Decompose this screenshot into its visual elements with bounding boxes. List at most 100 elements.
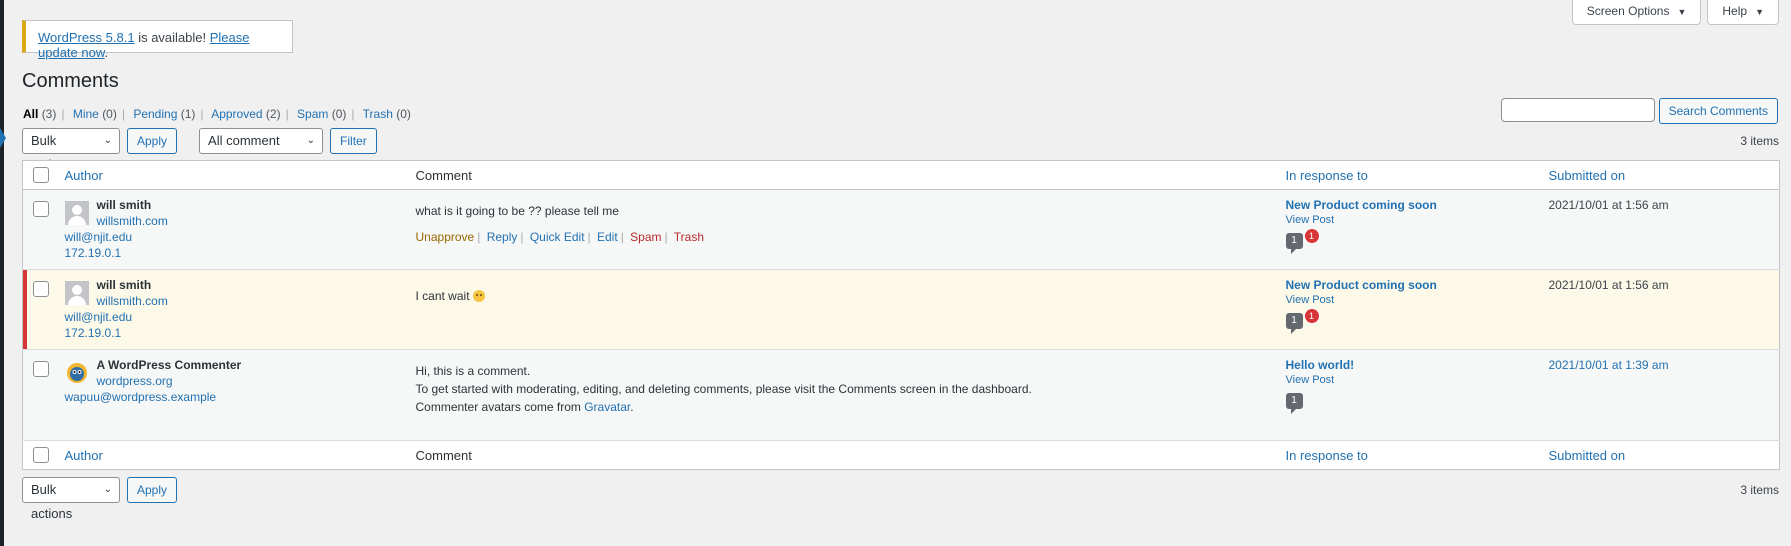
chevron-down-icon: ⌄ — [103, 135, 112, 146]
column-in-response-to-footer[interactable]: In response to — [1277, 440, 1541, 470]
author-ip-link[interactable]: 172.19.0.1 — [65, 325, 400, 341]
filter-spam[interactable]: Spam (0) — [297, 107, 346, 121]
comment-line: To get started with moderating, editing,… — [415, 382, 1032, 396]
comment-text: what is it going to be ?? please tell me — [415, 204, 619, 218]
quick-edit-link[interactable]: Quick Edit — [530, 230, 585, 244]
page-title: Comments — [22, 70, 119, 92]
view-post-link[interactable]: View Post — [1286, 294, 1533, 306]
column-comment: Comment — [407, 160, 1278, 190]
author-url-link[interactable]: wordpress.org — [97, 373, 242, 389]
screen-meta-links: Screen Options ▼ Help ▼ — [1571, 0, 1779, 25]
chevron-down-icon: ⌄ — [306, 135, 316, 146]
bulk-actions-select[interactable]: Bulk actions⌄ — [22, 128, 120, 172]
post-title-link[interactable]: New Product coming soon — [1286, 198, 1533, 212]
notice-end: . — [104, 45, 109, 60]
author-ip-link[interactable]: 172.19.0.1 — [65, 245, 400, 261]
author-name: A WordPress Commenter — [96, 358, 242, 372]
pending-count-badge: 1 — [1303, 308, 1320, 324]
notice-text: is available! — [134, 30, 210, 45]
column-submitted-on[interactable]: Submitted on — [1540, 160, 1780, 190]
author-email-link[interactable]: will@njit.edu — [65, 229, 400, 245]
submitted-cell: 2021/10/01 at 1:56 am — [1540, 269, 1780, 350]
wapuu-avatar-icon — [65, 361, 89, 385]
select-all-checkbox-cell — [22, 160, 57, 190]
caret-down-icon: ▼ — [1677, 7, 1687, 17]
caret-down-icon: ▼ — [1755, 7, 1764, 17]
comment-line-end: . — [630, 400, 634, 414]
row-checkbox[interactable] — [33, 281, 49, 297]
search-comments-button[interactable]: Search Comments — [1658, 98, 1778, 124]
view-post-link[interactable]: View Post — [1286, 374, 1533, 386]
response-cell: New Product coming soon View Post 11 — [1277, 189, 1541, 270]
submitted-cell: 2021/10/01 at 1:39 am — [1540, 349, 1780, 441]
comment-type-select[interactable]: All comment types⌄ — [199, 128, 324, 172]
post-title-link[interactable]: Hello world! — [1286, 358, 1533, 372]
unapprove-link[interactable]: Unapprove — [416, 230, 475, 244]
comment-count-bubble-icon[interactable]: 1 — [1285, 313, 1303, 334]
column-author-footer[interactable]: Author — [56, 440, 408, 470]
response-cell: Hello world! View Post 1 — [1277, 349, 1541, 441]
submitted-date-link[interactable]: 2021/10/01 at 1:39 am — [1549, 358, 1669, 372]
column-submitted-on-footer[interactable]: Submitted on — [1540, 440, 1780, 470]
filter-mine[interactable]: Mine (0) — [73, 107, 117, 121]
post-title-link[interactable]: New Product coming soon — [1286, 278, 1533, 292]
separator: | — [121, 107, 125, 121]
smiley-emoji-icon — [472, 290, 485, 302]
author-cell: A WordPress Commenter wordpress.org wapu… — [56, 349, 408, 441]
author-email-link[interactable]: will@njit.edu — [65, 309, 400, 325]
select-all-checkbox-footer[interactable] — [33, 447, 49, 463]
select-all-checkbox[interactable] — [33, 167, 49, 183]
author-email-link[interactable]: wapuu@wordpress.example — [65, 389, 400, 405]
chevron-down-icon: ⌄ — [103, 484, 112, 495]
help-button[interactable]: Help ▼ — [1707, 0, 1779, 25]
filter-button[interactable]: Filter — [330, 128, 377, 154]
view-post-link[interactable]: View Post — [1286, 214, 1533, 226]
filter-pending-label: Pending — [133, 107, 178, 121]
comment-cell: what is it going to be ?? please tell me… — [407, 189, 1278, 270]
search-input[interactable] — [1500, 98, 1655, 122]
author-url-link[interactable]: willsmith.com — [97, 293, 168, 309]
screen-options-button[interactable]: Screen Options ▼ — [1571, 0, 1702, 25]
spam-link[interactable]: Spam — [630, 230, 661, 244]
comment-count-bubble-icon[interactable]: 1 — [1285, 233, 1303, 254]
filter-trash[interactable]: Trash (0) — [363, 107, 411, 121]
reply-link[interactable]: Reply — [487, 230, 518, 244]
comment-body: Hi, this is a comment. To get started wi… — [416, 362, 1270, 416]
bulk-actions-select-bottom[interactable]: Bulk actions ⌄ — [22, 477, 120, 521]
gravatar-link[interactable]: Gravatar — [584, 400, 630, 414]
comment-cell: I cant wait — [407, 269, 1278, 350]
filter-pending[interactable]: Pending (1) — [133, 107, 195, 121]
comment-status-filters: All (3) | Mine (0) | Pending (1) | Approved… — [23, 107, 411, 121]
row-checkbox-cell — [22, 269, 57, 350]
filter-pending-count: (1) — [180, 107, 196, 121]
bottom-tablenav: Bulk actions ⌄ Apply — [22, 477, 178, 521]
column-in-response-to[interactable]: In response to — [1277, 160, 1541, 190]
apply-button[interactable]: Apply — [127, 128, 178, 154]
avatar — [64, 281, 89, 305]
column-comment-footer: Comment — [407, 440, 1278, 470]
filter-mine-label: Mine — [72, 107, 99, 121]
trash-link[interactable]: Trash — [674, 230, 704, 244]
bulk-actions-value: Bulk actions — [31, 482, 73, 521]
comment-line: Commenter avatars come from — [415, 400, 585, 414]
separator: | — [200, 107, 204, 121]
row-checkbox[interactable] — [33, 201, 49, 217]
author-url-link[interactable]: willsmith.com — [97, 213, 168, 229]
column-author[interactable]: Author — [56, 160, 408, 190]
filter-approved-label: Approved — [211, 107, 263, 121]
comment-line: Hi, this is a comment. — [415, 364, 531, 378]
screen-options-label: Screen Options — [1586, 4, 1670, 18]
filter-approved[interactable]: Approved (2) — [211, 107, 280, 121]
author-name: will smith — [96, 278, 152, 292]
separator: | — [285, 107, 289, 121]
comment-count-bubble-icon[interactable]: 1 — [1285, 393, 1303, 414]
filter-all[interactable]: All (3) — [23, 107, 56, 121]
apply-button-bottom[interactable]: Apply — [127, 477, 178, 503]
row-checkbox[interactable] — [33, 361, 49, 377]
filter-spam-label: Spam — [297, 107, 329, 121]
items-count-bottom: 3 items — [1740, 483, 1779, 497]
edit-link[interactable]: Edit — [597, 230, 618, 244]
wordpress-version-link[interactable]: WordPress 5.8.1 — [38, 30, 135, 45]
submitted-cell: 2021/10/01 at 1:56 am — [1540, 189, 1780, 270]
top-tablenav: Bulk actions⌄ Apply All comment types⌄ F… — [22, 128, 377, 172]
